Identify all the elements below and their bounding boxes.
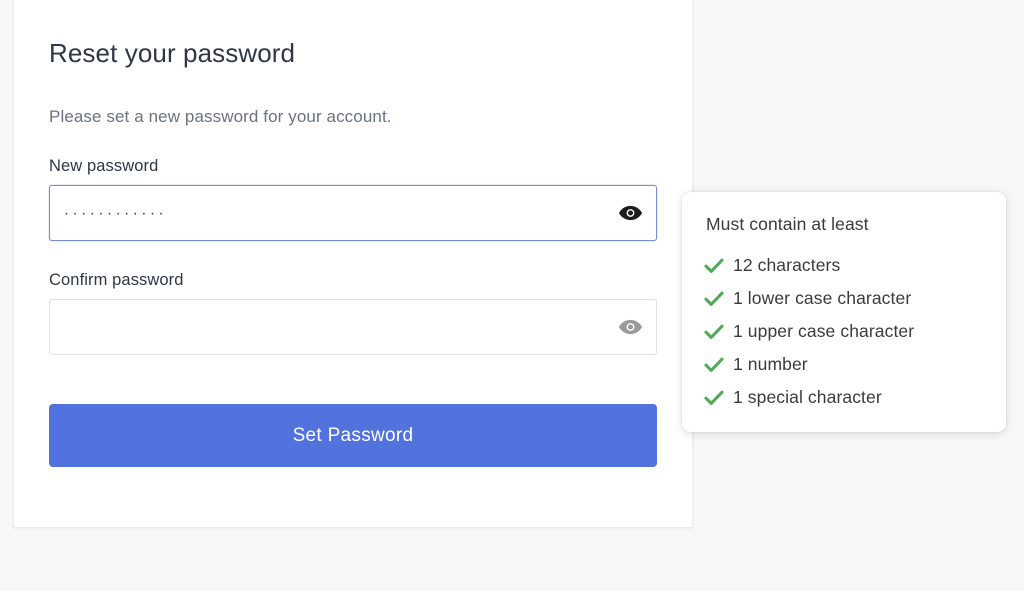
password-requirements-panel: Must contain at least 12 characters 1 lo… bbox=[682, 192, 1006, 432]
set-password-button[interactable]: Set Password bbox=[49, 404, 657, 467]
requirement-label: 1 lower case character bbox=[733, 288, 912, 308]
new-password-input-wrap[interactable]: ············ bbox=[49, 185, 657, 241]
eye-icon bbox=[618, 205, 642, 221]
page-subtitle: Please set a new password for your accou… bbox=[49, 107, 392, 126]
requirements-title: Must contain at least bbox=[706, 214, 869, 234]
requirement-item: 1 lower case character bbox=[704, 276, 984, 309]
check-icon bbox=[704, 322, 724, 342]
reset-password-card: Reset your password Please set a new pas… bbox=[13, 0, 693, 528]
confirm-password-field-group: Confirm password bbox=[49, 241, 657, 355]
confirm-password-input-wrap[interactable] bbox=[49, 299, 657, 355]
requirement-label: 12 characters bbox=[733, 255, 841, 275]
new-password-label: New password bbox=[49, 157, 159, 175]
confirm-password-label: Confirm password bbox=[49, 271, 184, 289]
requirement-label: 1 special character bbox=[733, 387, 882, 407]
check-icon bbox=[704, 256, 724, 276]
confirm-password-input[interactable] bbox=[50, 300, 656, 354]
requirement-item: 1 upper case character bbox=[704, 309, 984, 342]
new-password-visibility-toggle[interactable] bbox=[617, 202, 643, 224]
check-icon bbox=[704, 388, 724, 408]
requirements-list: 12 characters 1 lower case character 1 u… bbox=[704, 243, 984, 408]
requirement-label: 1 number bbox=[733, 354, 808, 374]
requirement-label: 1 upper case character bbox=[733, 321, 915, 341]
requirement-item: 1 special character bbox=[704, 375, 984, 408]
check-icon bbox=[704, 355, 724, 375]
eye-icon bbox=[618, 319, 642, 335]
page-title: Reset your password bbox=[49, 38, 296, 68]
new-password-input[interactable] bbox=[50, 186, 656, 240]
submit-area: Set Password bbox=[49, 355, 657, 467]
requirement-item: 1 number bbox=[704, 342, 984, 375]
requirement-item: 12 characters bbox=[704, 243, 984, 276]
new-password-field-group: New password ············ bbox=[49, 127, 657, 241]
confirm-password-visibility-toggle[interactable] bbox=[617, 316, 643, 338]
check-icon bbox=[704, 289, 724, 309]
